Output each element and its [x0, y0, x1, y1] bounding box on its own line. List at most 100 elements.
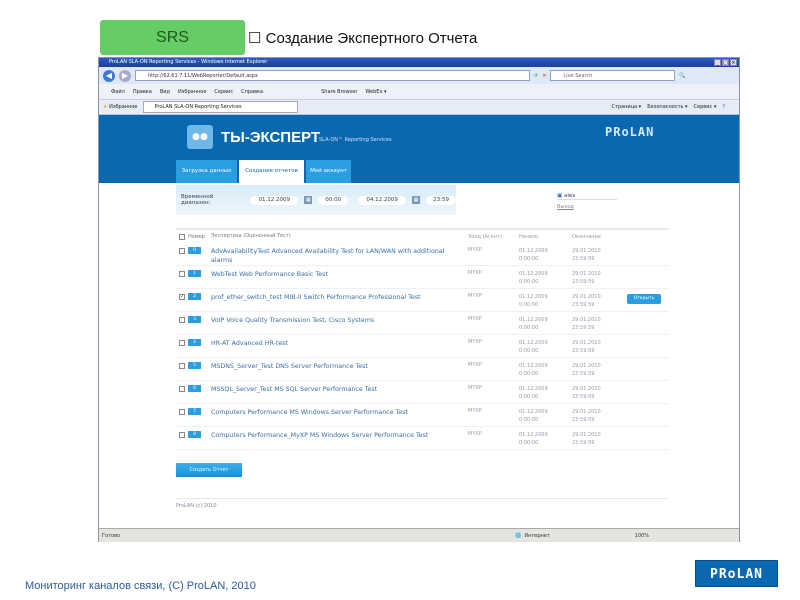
- agent: MYXP: [468, 431, 482, 437]
- start-time: 01.12.2009 0:00:00: [519, 431, 572, 447]
- maximize-button[interactable]: □: [722, 59, 729, 66]
- start-date: 01.12.2009: [519, 317, 548, 323]
- back-icon[interactable]: ◀: [103, 69, 115, 82]
- owl-monitor-icon: ●●: [187, 125, 213, 149]
- user-icon: ▣: [557, 193, 563, 199]
- search-icon[interactable]: 🔍: [679, 73, 685, 79]
- row-checkbox[interactable]: [179, 385, 185, 392]
- row-checkbox[interactable]: [179, 408, 185, 415]
- row-checkbox[interactable]: [179, 247, 185, 254]
- share-browser-button[interactable]: Share Browser: [321, 89, 357, 95]
- row-checkbox[interactable]: [179, 339, 185, 346]
- test-name-link[interactable]: AdvAvailabilityTest Advanced Availabilit…: [211, 247, 468, 265]
- header-end: Окончание: [572, 233, 601, 240]
- time-from-input[interactable]: 00:00: [318, 195, 349, 205]
- forward-icon[interactable]: ▶: [119, 69, 131, 82]
- test-name-link[interactable]: VoIP Voice Quality Transmission Test, Ci…: [211, 316, 468, 325]
- test-name-link[interactable]: MSDNS_Server_Test DNS Server Performance…: [211, 362, 468, 371]
- end-clock: 23:59:59: [572, 440, 595, 446]
- menu-edit[interactable]: Правка: [133, 89, 152, 95]
- row-number: 2: [188, 293, 201, 300]
- slide-footer: Мониторинг каналов связи, (С) ProLAN, 20…: [25, 580, 256, 592]
- end-clock: 23:59:59: [572, 394, 595, 400]
- row-checkbox[interactable]: [179, 270, 185, 277]
- row-checkbox[interactable]: [179, 431, 185, 438]
- row-checkbox[interactable]: [179, 362, 185, 369]
- agent: MYXP: [468, 362, 482, 368]
- row-checkbox[interactable]: ✓: [179, 293, 185, 300]
- menu-favorites[interactable]: Избранное: [178, 89, 206, 95]
- agent: MYXP: [468, 316, 482, 322]
- create-report-button[interactable]: Создать Отчет: [176, 463, 242, 477]
- row-number: 7: [188, 408, 201, 415]
- close-button[interactable]: ×: [730, 59, 737, 66]
- stop-icon[interactable]: ✕: [542, 73, 546, 79]
- logout-link[interactable]: Выход: [557, 204, 574, 210]
- table-header: Номер Экспертиза (Оценочный Тест) Зонд (…: [176, 230, 669, 243]
- start-clock: 0:00:00: [519, 256, 539, 262]
- end-date: 29.01.2010: [572, 432, 601, 438]
- url-input[interactable]: http://62.61.7.11/WebReporter/Default.as…: [135, 70, 530, 81]
- agent: MYXP: [468, 408, 482, 414]
- select-all-checkbox[interactable]: [179, 233, 185, 240]
- app-brand-subtitle: SLA-ON™ Reporting Services: [319, 137, 392, 143]
- minimize-button[interactable]: _: [714, 59, 721, 66]
- webex-button[interactable]: WebEx ▾: [365, 89, 386, 95]
- row-checkbox[interactable]: [179, 316, 185, 323]
- start-date: 01.12.2009: [519, 248, 548, 254]
- end-date: 29.01.2010: [572, 340, 601, 346]
- row-number: 3: [188, 316, 201, 323]
- tab-account[interactable]: Мой аккаунт: [306, 160, 351, 183]
- help-icon[interactable]: ?: [722, 104, 725, 110]
- test-name-link[interactable]: Computers Performance_MyXP MS Windows Se…: [211, 431, 468, 440]
- open-button[interactable]: Открыть: [627, 294, 661, 304]
- end-time: 29.01.2010 23:59:59: [572, 316, 625, 332]
- end-time: 29.01.2010 23:59:59: [572, 339, 625, 355]
- start-time: 01.12.2009 0:00:00: [519, 293, 572, 309]
- test-name-link[interactable]: prof_ether_switch_test MIB-II Switch Per…: [211, 293, 468, 302]
- calendar-icon[interactable]: ▦: [304, 196, 313, 204]
- search-input[interactable]: Live Search: [550, 70, 676, 81]
- browser-tab[interactable]: ProLAN SLA-ON Reporting Services: [143, 101, 299, 113]
- tools-menu[interactable]: Сервис ▾: [694, 104, 717, 110]
- start-time: 01.12.2009 0:00:00: [519, 408, 572, 424]
- header-agent: Зонд (Агент): [468, 233, 502, 240]
- test-name-link[interactable]: WebTest Web Performance Basic Test: [211, 270, 468, 279]
- tab-upload[interactable]: Загрузка данных: [176, 160, 237, 183]
- time-range-label: Временной диапазон:: [181, 194, 214, 206]
- test-name-link[interactable]: HR-AT Advanced HR-test: [211, 339, 468, 348]
- safety-menu[interactable]: Безопасность ▾: [647, 104, 687, 110]
- calendar-icon[interactable]: ▦: [412, 196, 421, 204]
- zoom-level[interactable]: 100%: [635, 533, 649, 539]
- end-date: 29.01.2010: [572, 271, 601, 277]
- status-text: Готово: [102, 532, 121, 539]
- table-row: 5 MSDNS_Server_Test DNS Server Performan…: [176, 358, 669, 381]
- agent: MYXP: [468, 270, 482, 276]
- row-number: 4: [188, 339, 201, 346]
- start-clock: 0:00:00: [519, 440, 539, 446]
- page-menu[interactable]: Страница ▾: [611, 104, 641, 110]
- menu-view[interactable]: Вид: [160, 89, 170, 95]
- date-to-input[interactable]: 04.12.2009: [358, 195, 407, 205]
- menu-help[interactable]: Справка: [241, 89, 263, 95]
- favorites-button[interactable]: ★ Избранное: [103, 104, 137, 110]
- window-title: ProLAN SLA-ON Reporting Services - Windo…: [109, 59, 268, 65]
- app-brand: ТЫ-ЭКСПЕРТ: [221, 129, 321, 146]
- favorites-bar: ★ Избранное ProLAN SLA-ON Reporting Serv…: [99, 100, 739, 115]
- header-number: Номер: [188, 233, 205, 240]
- tab-reports[interactable]: Создание отчетов: [239, 160, 304, 183]
- end-time: 29.01.2010 23:59:59: [572, 408, 625, 424]
- test-name-link[interactable]: Computers Performance MS Windows Server …: [211, 408, 468, 417]
- start-time: 01.12.2009 0:00:00: [519, 385, 572, 401]
- time-to-input[interactable]: 23:59: [426, 195, 456, 205]
- row-number: 0: [188, 247, 201, 254]
- start-date: 01.12.2009: [519, 294, 548, 300]
- menu-file[interactable]: Файл: [111, 89, 125, 95]
- end-date: 29.01.2010: [572, 317, 601, 323]
- date-from-input[interactable]: 01.12.2009: [250, 195, 299, 205]
- menu-tools[interactable]: Сервис: [214, 89, 233, 95]
- end-time: 29.01.2010 23:59:59: [572, 247, 625, 263]
- footer-divider: [176, 498, 669, 499]
- test-name-link[interactable]: MSSQL_Server_Test MS SQL Server Performa…: [211, 385, 468, 394]
- refresh-icon[interactable]: ⟳: [534, 73, 538, 79]
